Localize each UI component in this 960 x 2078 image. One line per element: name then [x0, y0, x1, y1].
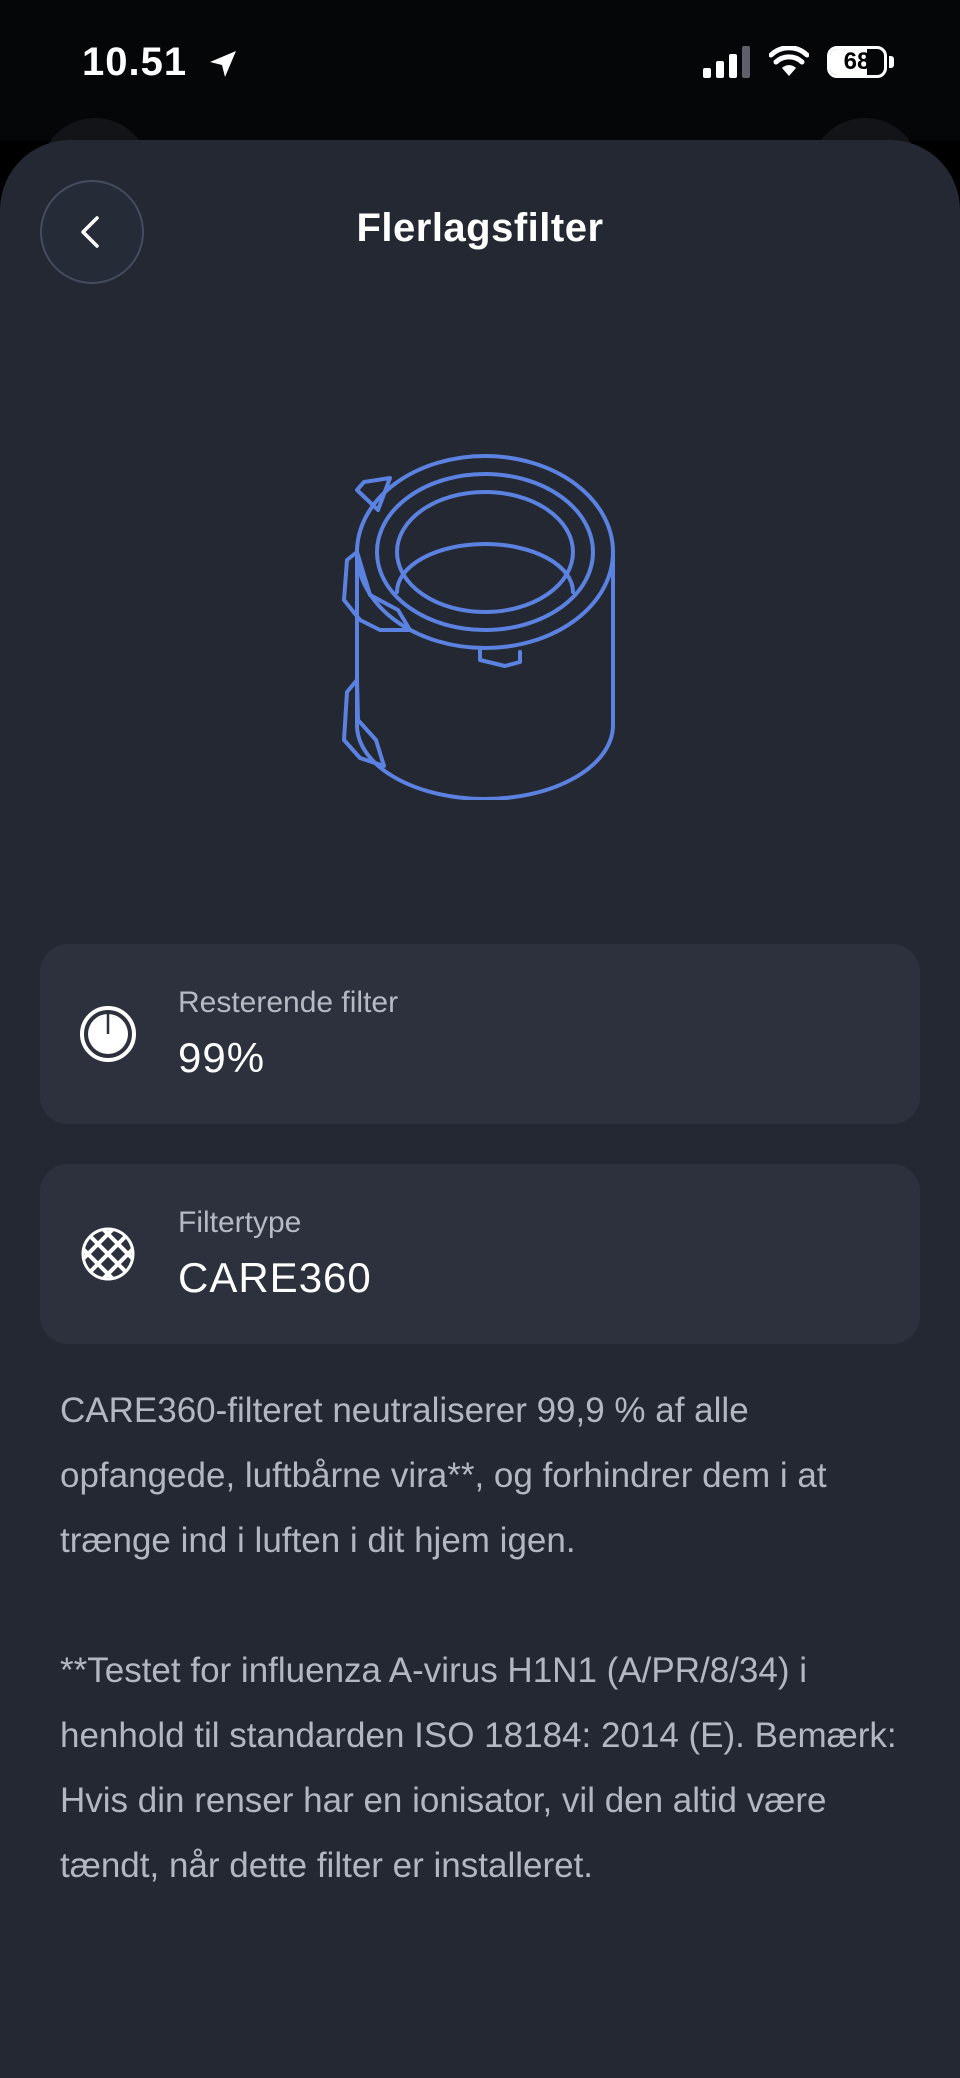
filter-type-label: Filtertype	[178, 1206, 302, 1239]
battery-indicator: 68	[827, 46, 887, 78]
status-indicators: 68	[703, 46, 894, 78]
remaining-filter-label: Resterende filter	[178, 986, 399, 1019]
filter-type-value: CARE360	[178, 1254, 372, 1301]
battery-percentage: 68	[843, 48, 871, 75]
description-footnote: **Testet for influenza A-virus H1N1 (A/P…	[60, 1651, 897, 1885]
remaining-filter-card: Resterende filter 99%	[40, 944, 920, 1124]
filter-detail-sheet: Flerlagsfilter Resterende filter 99% Fil…	[0, 140, 960, 2078]
remaining-filter-value: 99%	[178, 1034, 266, 1081]
cellular-signal-icon	[703, 46, 750, 78]
filter-cylinder-illustration	[342, 454, 615, 800]
status-time-text: 10.51	[82, 40, 188, 84]
filter-life-icon	[80, 1006, 136, 1062]
wifi-icon	[769, 46, 809, 76]
status-time: 10.51	[82, 40, 239, 85]
filter-description: CARE360-filteret neutraliserer 99,9 % af…	[60, 1378, 920, 1898]
mesh-filter-icon	[81, 1227, 135, 1281]
description-paragraph: CARE360-filteret neutraliserer 99,9 % af…	[60, 1391, 827, 1560]
status-bar: 10.51 68	[0, 0, 960, 140]
filter-type-card: Filtertype CARE360	[40, 1164, 920, 1344]
battery-tip	[889, 56, 894, 68]
location-arrow-icon	[210, 51, 237, 78]
page-title: Flerlagsfilter	[356, 206, 604, 250]
